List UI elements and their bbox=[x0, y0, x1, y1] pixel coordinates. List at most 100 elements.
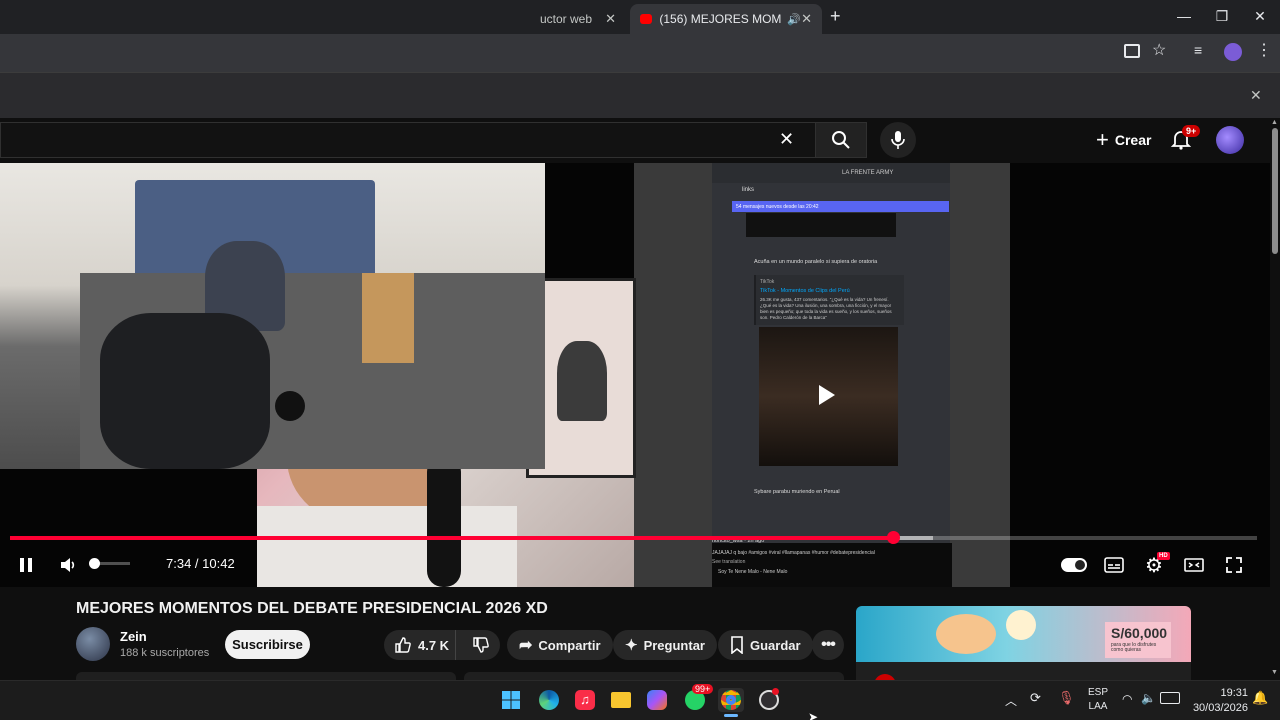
thumbs-down-icon bbox=[473, 637, 489, 653]
more-horizontal-icon: ••• bbox=[821, 636, 836, 653]
channel-name[interactable]: Zein bbox=[120, 629, 147, 644]
scrollbar-thumb[interactable] bbox=[1272, 128, 1278, 254]
theater-mode-button[interactable] bbox=[1180, 553, 1208, 577]
media-queue-icon[interactable]: ≡ bbox=[1194, 42, 1202, 58]
volume-handle[interactable] bbox=[89, 558, 100, 569]
subtitles-icon bbox=[1104, 557, 1124, 573]
description-box[interactable] bbox=[76, 672, 456, 680]
save-label: Guardar bbox=[750, 637, 801, 653]
edge-icon[interactable] bbox=[536, 688, 562, 712]
video-title: MEJORES MOMENTOS DEL DEBATE PRESIDENCIAL… bbox=[76, 600, 548, 617]
channel-avatar[interactable] bbox=[76, 627, 110, 661]
music-track: Soy Te Nene Malo - Nene Malo bbox=[718, 569, 788, 575]
copilot-icon[interactable] bbox=[644, 688, 670, 712]
discord-server-title: LA FRENTE ARMY bbox=[712, 163, 950, 183]
tab-inactive[interactable]: uctor web ✕ bbox=[530, 4, 626, 34]
ad-info-row bbox=[856, 662, 1191, 696]
scroll-down-icon[interactable]: ▼ bbox=[1271, 669, 1278, 676]
settings-button[interactable]: ⚙ HD bbox=[1140, 552, 1170, 577]
theater-icon bbox=[1184, 558, 1204, 572]
subtitles-button[interactable] bbox=[1100, 553, 1128, 577]
screen: uctor web ✕ (156) MEJORES MOMENTO 🔊 ✕ + … bbox=[0, 0, 1280, 720]
share-arrow-icon: ➦ bbox=[519, 637, 533, 654]
mute-button[interactable] bbox=[54, 553, 82, 577]
ad-amount: S/60,000 bbox=[1111, 625, 1168, 641]
infobar-close-icon[interactable]: ✕ bbox=[1250, 87, 1262, 104]
file-explorer-icon[interactable] bbox=[608, 688, 634, 712]
tab-active[interactable]: (156) MEJORES MOMENTO 🔊 ✕ bbox=[630, 4, 822, 34]
autoplay-toggle[interactable] bbox=[1060, 553, 1088, 577]
notifications-button[interactable]: 9+ bbox=[1170, 125, 1201, 155]
tab-close-icon[interactable]: ✕ bbox=[801, 11, 812, 27]
embedded-tiktok-caption: honcito_wsa · 2h ago JAJAJAJ q bajo #ami… bbox=[712, 538, 952, 587]
tray-microphone-icon[interactable]: 🎙 bbox=[1058, 690, 1075, 706]
like-dislike-group: 4.7 K bbox=[384, 630, 500, 660]
wifi-icon[interactable]: ◠ bbox=[1122, 692, 1132, 706]
embed-source: TikTok bbox=[760, 279, 775, 285]
like-button[interactable]: 4.7 K bbox=[384, 630, 456, 660]
install-app-icon[interactable] bbox=[1124, 44, 1140, 58]
play-icon bbox=[819, 385, 835, 405]
share-button[interactable]: ➦ Compartir bbox=[507, 630, 613, 660]
search-input[interactable]: ✕ bbox=[0, 122, 815, 158]
language-indicator[interactable]: ESP LAA bbox=[1084, 687, 1112, 712]
speaker-icon[interactable]: 🔊 bbox=[787, 13, 801, 26]
search-button[interactable] bbox=[815, 122, 867, 158]
ask-label: Preguntar bbox=[643, 637, 705, 653]
whatsapp-badge: 99+ bbox=[692, 684, 714, 694]
recording-dot bbox=[772, 688, 779, 695]
more-actions-button[interactable]: ••• bbox=[812, 630, 844, 660]
speaker-tray-icon[interactable]: 🔈 bbox=[1141, 691, 1156, 705]
fullscreen-button[interactable] bbox=[1220, 553, 1248, 577]
close-icon[interactable]: ✕ bbox=[1250, 8, 1270, 25]
comments-box[interactable] bbox=[464, 672, 844, 680]
profile-avatar[interactable] bbox=[1224, 43, 1242, 61]
tab-title: (156) MEJORES MOMENTO bbox=[659, 12, 782, 26]
pause-button[interactable] bbox=[12, 553, 40, 577]
save-button[interactable]: Guardar bbox=[718, 630, 813, 660]
thumbs-up-icon bbox=[395, 637, 411, 653]
video-player[interactable]: LA FRENTE ARMY links 54 mensajes nuevos … bbox=[0, 163, 1270, 587]
scroll-up-icon[interactable]: ▲ bbox=[1271, 119, 1278, 126]
spade-shape bbox=[557, 341, 607, 421]
clock[interactable]: 19:31 30/03/2026 bbox=[1188, 687, 1248, 714]
embedded-video-thumbnail bbox=[759, 327, 898, 466]
music-app-icon[interactable]: ♫ bbox=[572, 688, 598, 712]
ask-button[interactable]: ✦ Preguntar bbox=[613, 630, 717, 660]
menu-kebab-icon[interactable]: ⋮ bbox=[1256, 40, 1272, 60]
clear-search-icon[interactable]: ✕ bbox=[779, 129, 794, 150]
sparkle-icon: ✦ bbox=[625, 637, 638, 654]
volume-slider[interactable] bbox=[89, 558, 130, 569]
obs-icon[interactable] bbox=[756, 688, 782, 712]
new-tab-plus-icon[interactable]: + bbox=[830, 6, 841, 27]
embed-title: TikTok - Momentos de Clips del Perú bbox=[760, 288, 850, 294]
browser-info-bar: ✕ bbox=[0, 72, 1280, 118]
discord-message: Sybare parabu muriendo en Perual bbox=[754, 489, 840, 495]
ad-caption: para que lo disfrutes como quieras bbox=[1111, 642, 1157, 653]
played-bar bbox=[10, 536, 893, 540]
dislike-button[interactable] bbox=[462, 630, 500, 660]
battery-icon[interactable] bbox=[1160, 692, 1180, 704]
embed-text: 26.3K me gusta, 437 comentarios. "¿Qué e… bbox=[760, 297, 892, 320]
restore-icon[interactable]: ❐ bbox=[1212, 8, 1232, 25]
scrubber-handle[interactable] bbox=[886, 531, 900, 544]
create-button[interactable]: + Crear bbox=[1086, 124, 1161, 156]
tab-close-icon[interactable]: ✕ bbox=[605, 11, 616, 27]
embedded-discord-screen: LA FRENTE ARMY links 54 mensajes nuevos … bbox=[712, 163, 950, 587]
progress-bar[interactable] bbox=[10, 531, 1257, 544]
subscribe-button[interactable]: Suscribirse bbox=[225, 630, 310, 659]
notification-center-icon[interactable]: 🔔 bbox=[1252, 690, 1268, 706]
clock-time: 19:31 bbox=[1220, 687, 1248, 699]
sync-icon[interactable]: ⟳ bbox=[1030, 690, 1041, 706]
tray-chevron-icon[interactable]: ︿ bbox=[1005, 692, 1017, 709]
minimize-icon[interactable]: — bbox=[1174, 8, 1194, 24]
voice-search-button[interactable] bbox=[880, 122, 916, 158]
account-avatar[interactable] bbox=[1216, 126, 1244, 154]
shirt-shape bbox=[257, 506, 517, 587]
chrome-icon[interactable] bbox=[718, 688, 744, 712]
whatsapp-icon[interactable]: 99+ bbox=[682, 684, 714, 712]
bookmark-star-icon[interactable]: ☆ bbox=[1152, 40, 1166, 60]
youtube-favicon-icon bbox=[640, 14, 653, 24]
start-button[interactable] bbox=[498, 688, 524, 712]
comment-text: JAJAJAJ q bajo #amigos #viral #llamapana… bbox=[712, 550, 875, 556]
